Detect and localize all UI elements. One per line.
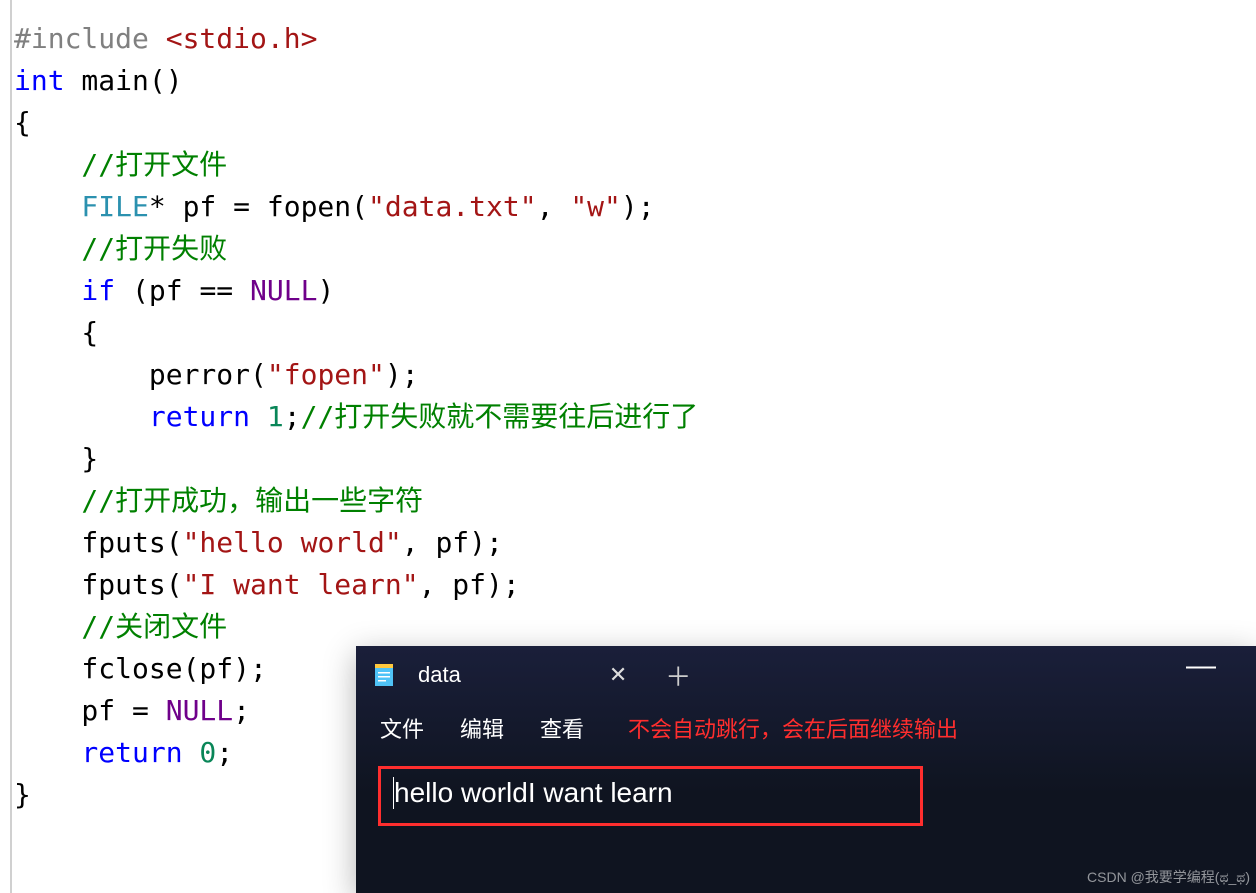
- number-literal: 0: [183, 736, 217, 769]
- code-text: ): [317, 274, 334, 307]
- highlight-box: hello worldI want learn: [378, 766, 923, 826]
- brace-close: }: [14, 778, 31, 811]
- code-text: (pf ==: [115, 274, 250, 307]
- annotation-text: 不会自动跳行，会在后面继续输出: [628, 712, 958, 744]
- func-main: main(): [65, 64, 183, 97]
- code-text: ;: [233, 694, 250, 727]
- add-tab-icon[interactable]: ＋: [665, 657, 691, 694]
- code-text: * pf = fopen(: [149, 190, 368, 223]
- string-literal: "w": [570, 190, 621, 223]
- number-literal: 1: [250, 400, 284, 433]
- notepad-window[interactable]: data ✕ ＋ — 文件 编辑 查看 不会自动跳行，会在后面继续输出 hell…: [356, 646, 1256, 893]
- func-call: fputs(: [14, 568, 183, 601]
- code-text: ;: [284, 400, 301, 433]
- code-text: ;: [216, 736, 233, 769]
- keyword-int: int: [14, 64, 65, 97]
- code-text: );: [385, 358, 419, 391]
- null-literal: NULL: [166, 694, 233, 727]
- string-literal: "I want learn": [183, 568, 419, 601]
- keyword-if: if: [14, 274, 115, 307]
- code-text: );: [621, 190, 655, 223]
- type-file: FILE: [14, 190, 149, 223]
- notepad-menubar: 文件 编辑 查看 不会自动跳行，会在后面继续输出: [356, 704, 1256, 752]
- include-header: <stdio.h>: [149, 22, 318, 55]
- preproc-directive: #include: [14, 22, 149, 55]
- menu-view[interactable]: 查看: [540, 712, 584, 744]
- func-call: fputs(: [14, 526, 183, 559]
- brace-close: }: [14, 442, 98, 475]
- func-call: fclose(pf);: [14, 652, 267, 685]
- comment-open-fail: //打开失败: [14, 232, 227, 265]
- notepad-titlebar[interactable]: data ✕ ＋ —: [356, 646, 1256, 704]
- notepad-tab-title: data: [418, 662, 461, 688]
- notepad-tab[interactable]: data ✕: [418, 662, 627, 688]
- string-literal: "data.txt": [368, 190, 537, 223]
- notepad-text-content[interactable]: hello worldI want learn: [393, 777, 908, 809]
- string-literal: "fopen": [267, 358, 385, 391]
- code-text: , pf);: [419, 568, 520, 601]
- watermark-text: CSDN @我要学编程(ಥ_ಥ): [1087, 867, 1250, 887]
- menu-edit[interactable]: 编辑: [460, 712, 504, 744]
- comment-close-file: //关闭文件: [14, 610, 227, 643]
- comment-open-success: //打开成功，输出一些字符: [14, 484, 423, 517]
- func-call: perror(: [14, 358, 267, 391]
- comment-open-file: //打开文件: [14, 148, 227, 181]
- code-text: pf =: [14, 694, 166, 727]
- keyword-return: return: [14, 736, 183, 769]
- comment-fail-return: //打开失败就不需要往后进行了: [301, 400, 699, 433]
- code-text: , pf);: [402, 526, 503, 559]
- string-literal: "hello world": [183, 526, 402, 559]
- null-literal: NULL: [250, 274, 317, 307]
- close-icon[interactable]: ✕: [609, 662, 627, 688]
- notepad-content-area[interactable]: hello worldI want learn: [356, 752, 1256, 826]
- code-text: ,: [537, 190, 571, 223]
- keyword-return: return: [14, 400, 250, 433]
- menu-file[interactable]: 文件: [380, 712, 424, 744]
- brace-open: {: [14, 316, 98, 349]
- notepad-icon: [372, 663, 396, 687]
- brace-open: {: [14, 106, 31, 139]
